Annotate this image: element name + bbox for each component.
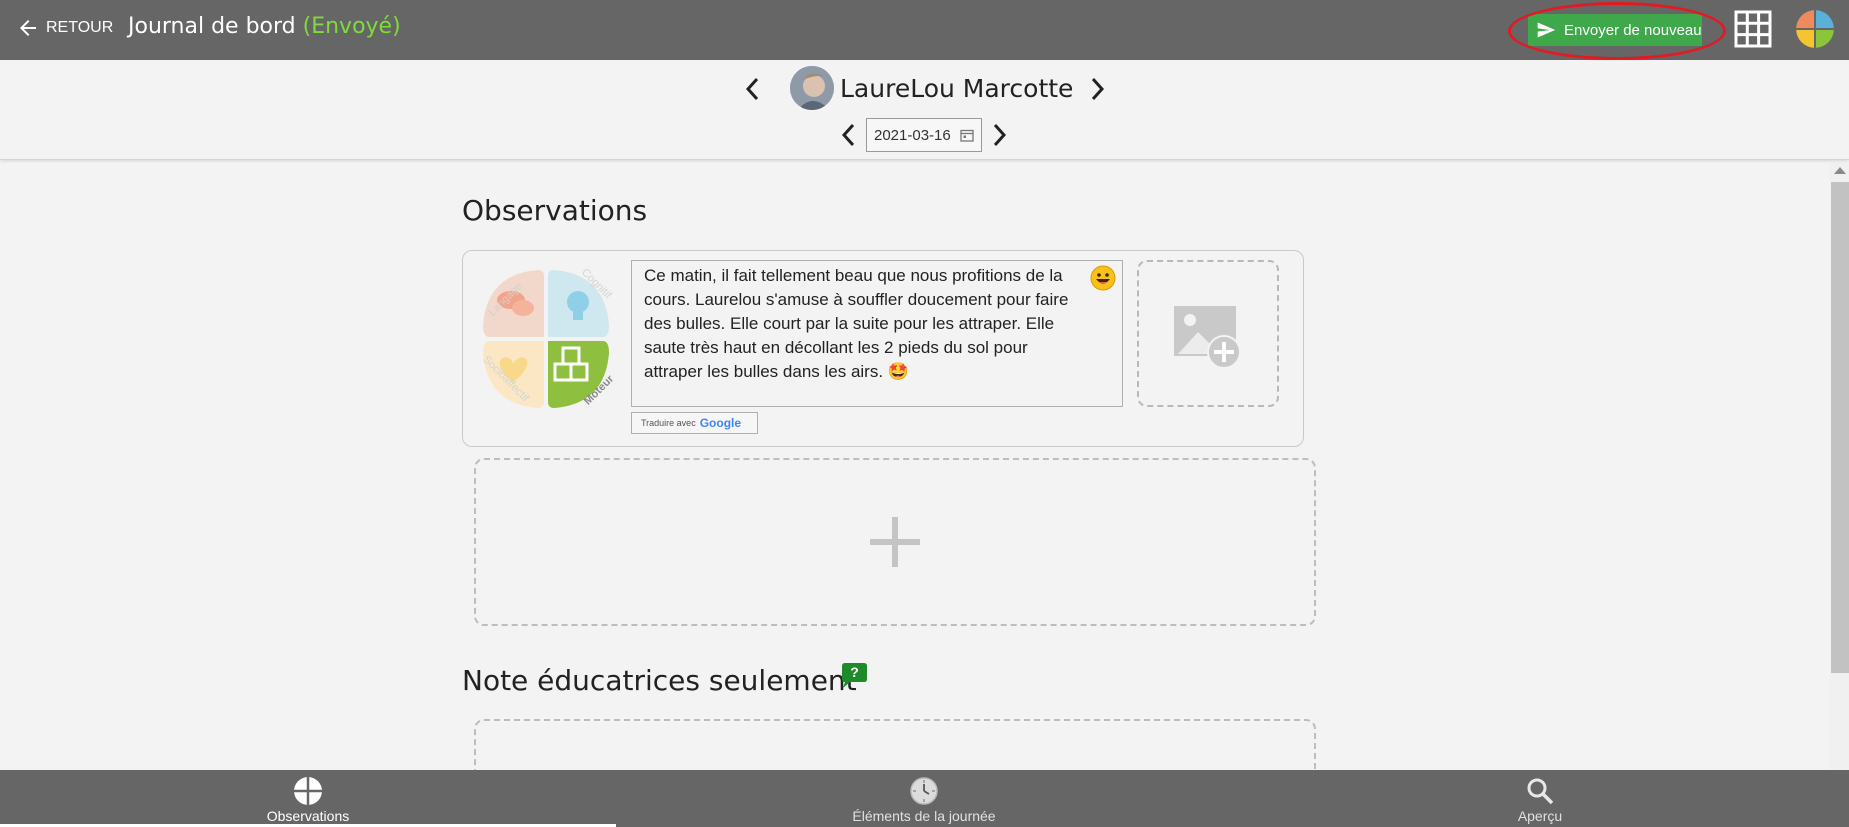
next-date-button[interactable]	[988, 121, 1010, 149]
tab-preview[interactable]: Aperçu	[1232, 770, 1848, 827]
chevron-left-icon	[745, 77, 759, 101]
arrow-left-icon	[20, 20, 36, 36]
educator-notes-heading: Note éducatrices seulement	[462, 664, 857, 697]
next-child-button[interactable]	[1086, 75, 1108, 103]
google-wordmark: Google	[699, 416, 742, 430]
child-name: LaureLou Marcotte	[840, 74, 1074, 103]
chevron-right-icon	[1091, 77, 1105, 101]
chevron-left-icon	[841, 123, 855, 147]
plus-icon	[870, 517, 920, 567]
date-picker[interactable]	[866, 118, 982, 152]
translate-label: Traduire avec	[641, 418, 696, 428]
observation-text[interactable]: Ce matin, il fait tellement beau que nou…	[631, 260, 1123, 407]
tab-preview-label: Aperçu	[1517, 808, 1563, 824]
chevron-right-icon	[993, 123, 1007, 147]
add-image-icon	[1174, 305, 1241, 369]
page-title: Journal de bord (Envoyé)	[128, 14, 401, 39]
add-photo-button[interactable]	[1137, 260, 1279, 407]
emoji-picker-icon[interactable]	[1090, 265, 1116, 291]
previous-child-button[interactable]	[742, 75, 764, 103]
app-logo-icon[interactable]	[1796, 10, 1834, 48]
google-translate-button[interactable]: Traduire avec Google	[631, 412, 758, 434]
avatar-photo-icon	[790, 66, 834, 110]
observations-heading: Observations	[462, 194, 648, 227]
scrollbar-thumb[interactable]	[1831, 182, 1849, 673]
svg-text:?: ?	[850, 664, 859, 680]
add-observation-button[interactable]	[474, 458, 1316, 626]
back-button[interactable]: RETOUR	[16, 16, 113, 40]
back-label: RETOUR	[46, 19, 114, 36]
search-icon	[1527, 778, 1554, 805]
calendar-icon[interactable]	[960, 128, 974, 142]
top-app-bar: RETOUR Journal de bord (Envoyé) Envoyer …	[0, 0, 1849, 60]
date-input[interactable]	[874, 126, 954, 144]
clock-icon	[910, 777, 938, 805]
tab-day-elements[interactable]: Éléments de la journée	[616, 770, 1232, 827]
page-title-text: Journal de bord	[128, 14, 296, 39]
bottom-navigation: Observations Éléments de la journée Aper…	[0, 770, 1849, 827]
scroll-up-arrow-icon[interactable]	[1834, 167, 1846, 174]
send-again-label: Envoyer de nouveau	[1564, 21, 1702, 39]
tab-day-elements-label: Éléments de la journée	[852, 808, 996, 824]
tab-observations[interactable]: Observations	[0, 770, 616, 827]
send-again-button[interactable]: Envoyer de nouveau	[1528, 14, 1702, 46]
development-domains-icon[interactable]: Langage Cognitif Socioaffectif Moteur	[471, 264, 621, 414]
send-icon	[1537, 22, 1556, 38]
child-avatar	[790, 66, 834, 110]
observations-wheel-icon	[294, 777, 322, 805]
previous-date-button[interactable]	[838, 121, 860, 149]
help-icon[interactable]: ?	[838, 662, 870, 690]
apps-grid-icon[interactable]	[1734, 10, 1772, 48]
tab-observations-label: Observations	[266, 808, 350, 824]
sent-status-label: (Envoyé)	[302, 14, 401, 39]
